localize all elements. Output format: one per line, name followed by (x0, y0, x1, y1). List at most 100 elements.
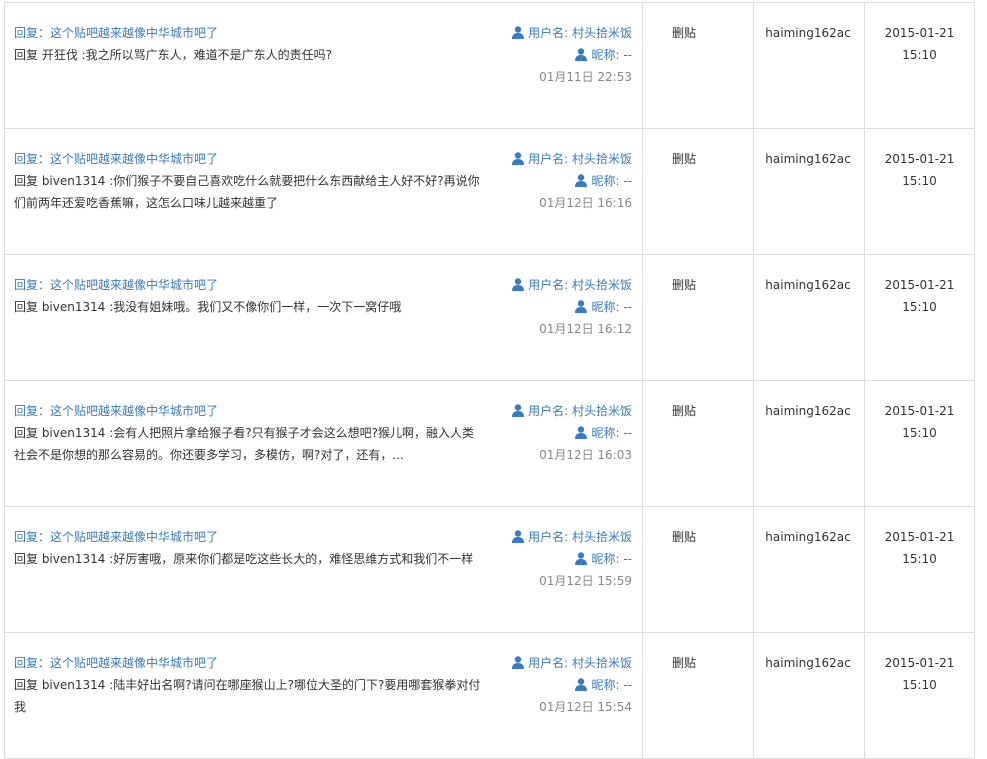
action-cell: 删贴 (642, 254, 754, 381)
action-cell: 删贴 (642, 128, 754, 255)
username-line[interactable]: 用户名: 村头拾米饭 (512, 400, 632, 422)
post-time: 01月12日 15:59 (539, 574, 632, 588)
username-prefix: 用户名: (528, 656, 572, 670)
delete-post-label: 删贴 (671, 152, 696, 166)
post-body: 回复 开狂伐 :我之所以骂广东人，难道不是广东人的责任吗? (14, 48, 333, 62)
post-text: 回复：这个贴吧越来越像中华城市吧了 回复 biven1314 :我没有姐妹哦。我… (14, 274, 484, 318)
post-content-cell: 回复：这个贴吧越来越像中华城市吧了 回复 开狂伐 :我之所以骂广东人，难道不是广… (4, 2, 643, 129)
operator-name: haiming162ac (765, 26, 851, 40)
operation-clock: 15:10 (902, 552, 937, 566)
operator-name: haiming162ac (765, 404, 851, 418)
nickname-line: 昵称: -- (512, 674, 632, 696)
operation-time-cell: 2015-01-21 15:10 (864, 632, 975, 759)
nickname-value: -- (623, 174, 632, 188)
username-prefix: 用户名: (528, 404, 572, 418)
post-time: 01月12日 16:03 (539, 448, 632, 462)
nickname-line: 昵称: -- (512, 548, 632, 570)
post-title-link[interactable]: 回复：这个贴吧越来越像中华城市吧了 (14, 652, 484, 674)
user-icon (512, 530, 525, 543)
post-body: 回复 biven1314 :我没有姐妹哦。我们又不像你们一样，一次下一窝仔哦 (14, 300, 402, 314)
nickname-prefix: 昵称: (591, 552, 624, 566)
delete-post-label: 删贴 (671, 26, 696, 40)
operation-clock: 15:10 (902, 678, 937, 692)
username-prefix: 用户名: (528, 530, 572, 544)
post-meta: 用户名: 村头拾米饭 昵称: -- 01月12日 15:59 (512, 526, 632, 592)
nickname-line: 昵称: -- (512, 422, 632, 444)
post-content: 回复：这个贴吧越来越像中华城市吧了 回复 biven1314 :会有人把照片拿给… (5, 381, 642, 487)
table-row: 回复：这个贴吧越来越像中华城市吧了 回复 biven1314 :好厉害哦，原来你… (4, 506, 975, 633)
operation-clock: 15:10 (902, 174, 937, 188)
operation-date: 2015-01-21 (884, 404, 955, 418)
post-body: 回复 biven1314 :陆丰好出名啊?请问在哪座猴山上?哪位大圣的门下?要用… (14, 678, 481, 714)
action-cell: 删贴 (642, 380, 754, 507)
username-line[interactable]: 用户名: 村头拾米饭 (512, 526, 632, 548)
username-line[interactable]: 用户名: 村头拾米饭 (512, 652, 632, 674)
post-title-link[interactable]: 回复：这个贴吧越来越像中华城市吧了 (14, 526, 484, 548)
post-text: 回复：这个贴吧越来越像中华城市吧了 回复 biven1314 :陆丰好出名啊?请… (14, 652, 484, 718)
operation-clock: 15:10 (902, 426, 937, 440)
post-text: 回复：这个贴吧越来越像中华城市吧了 回复 biven1314 :你们猴子不要自己… (14, 148, 484, 214)
operation-clock: 15:10 (902, 300, 937, 314)
user-icon (575, 678, 588, 691)
operation-time-cell: 2015-01-21 15:10 (864, 254, 975, 381)
post-title-link[interactable]: 回复：这个贴吧越来越像中华城市吧了 (14, 274, 484, 296)
operation-time: 2015-01-21 15:10 (865, 3, 974, 66)
username-line[interactable]: 用户名: 村头拾米饭 (512, 274, 632, 296)
posts-body: 回复：这个贴吧越来越像中华城市吧了 回复 开狂伐 :我之所以骂广东人，难道不是广… (4, 2, 975, 759)
user-icon (575, 174, 588, 187)
operator-cell: haiming162ac (753, 632, 865, 759)
username-value[interactable]: 村头拾米饭 (572, 152, 632, 166)
action-cell: 删贴 (642, 506, 754, 633)
post-content: 回复：这个贴吧越来越像中华城市吧了 回复 biven1314 :你们猴子不要自己… (5, 129, 642, 235)
user-icon (575, 426, 588, 439)
post-content-cell: 回复：这个贴吧越来越像中华城市吧了 回复 biven1314 :我没有姐妹哦。我… (4, 254, 643, 381)
operation-time: 2015-01-21 15:10 (865, 507, 974, 570)
post-meta: 用户名: 村头拾米饭 昵称: -- 01月11日 22:53 (512, 22, 632, 88)
post-title-link[interactable]: 回复：这个贴吧越来越像中华城市吧了 (14, 400, 484, 422)
operation-time-cell: 2015-01-21 15:10 (864, 506, 975, 633)
operation-time-cell: 2015-01-21 15:10 (864, 380, 975, 507)
operation-time-cell: 2015-01-21 15:10 (864, 128, 975, 255)
nickname-prefix: 昵称: (591, 300, 624, 314)
post-time: 01月12日 15:54 (539, 700, 632, 714)
username-value[interactable]: 村头拾米饭 (572, 530, 632, 544)
nickname-prefix: 昵称: (591, 174, 624, 188)
nickname-line: 昵称: -- (512, 170, 632, 192)
nickname-line: 昵称: -- (512, 296, 632, 318)
username-value[interactable]: 村头拾米饭 (572, 656, 632, 670)
table-row: 回复：这个贴吧越来越像中华城市吧了 回复 开狂伐 :我之所以骂广东人，难道不是广… (4, 2, 975, 129)
operator-cell: haiming162ac (753, 128, 865, 255)
operation-time-cell: 2015-01-21 15:10 (864, 2, 975, 129)
nickname-value: -- (623, 552, 632, 566)
post-text: 回复：这个贴吧越来越像中华城市吧了 回复 开狂伐 :我之所以骂广东人，难道不是广… (14, 22, 484, 66)
username-value[interactable]: 村头拾米饭 (572, 404, 632, 418)
username-value[interactable]: 村头拾米饭 (572, 26, 632, 40)
post-time: 01月11日 22:53 (539, 70, 632, 84)
nickname-value: -- (623, 678, 632, 692)
username-value[interactable]: 村头拾米饭 (572, 278, 632, 292)
delete-post-label: 删贴 (671, 656, 696, 670)
post-content-cell: 回复：这个贴吧越来越像中华城市吧了 回复 biven1314 :陆丰好出名啊?请… (4, 632, 643, 759)
post-title-link[interactable]: 回复：这个贴吧越来越像中华城市吧了 (14, 22, 484, 44)
user-icon (512, 656, 525, 669)
operation-clock: 15:10 (902, 48, 937, 62)
table-row: 回复：这个贴吧越来越像中华城市吧了 回复 biven1314 :陆丰好出名啊?请… (4, 632, 975, 759)
nickname-value: -- (623, 426, 632, 440)
user-icon (512, 152, 525, 165)
operation-date: 2015-01-21 (884, 152, 955, 166)
post-text: 回复：这个贴吧越来越像中华城市吧了 回复 biven1314 :会有人把照片拿给… (14, 400, 484, 466)
post-content: 回复：这个贴吧越来越像中华城市吧了 回复 biven1314 :好厉害哦，原来你… (5, 507, 642, 613)
action-cell: 删贴 (642, 632, 754, 759)
nickname-line: 昵称: -- (512, 44, 632, 66)
user-icon (512, 26, 525, 39)
operation-time: 2015-01-21 15:10 (865, 633, 974, 696)
post-body: 回复 biven1314 :会有人把照片拿给猴子看?只有猴子才会这么想吧?猴儿啊… (14, 426, 474, 462)
username-line[interactable]: 用户名: 村头拾米饭 (512, 22, 632, 44)
user-icon (575, 48, 588, 61)
username-line[interactable]: 用户名: 村头拾米饭 (512, 148, 632, 170)
table-row: 回复：这个贴吧越来越像中华城市吧了 回复 biven1314 :我没有姐妹哦。我… (4, 254, 975, 381)
username-prefix: 用户名: (528, 278, 572, 292)
post-content-cell: 回复：这个贴吧越来越像中华城市吧了 回复 biven1314 :好厉害哦，原来你… (4, 506, 643, 633)
post-title-link[interactable]: 回复：这个贴吧越来越像中华城市吧了 (14, 148, 484, 170)
operation-time: 2015-01-21 15:10 (865, 129, 974, 192)
